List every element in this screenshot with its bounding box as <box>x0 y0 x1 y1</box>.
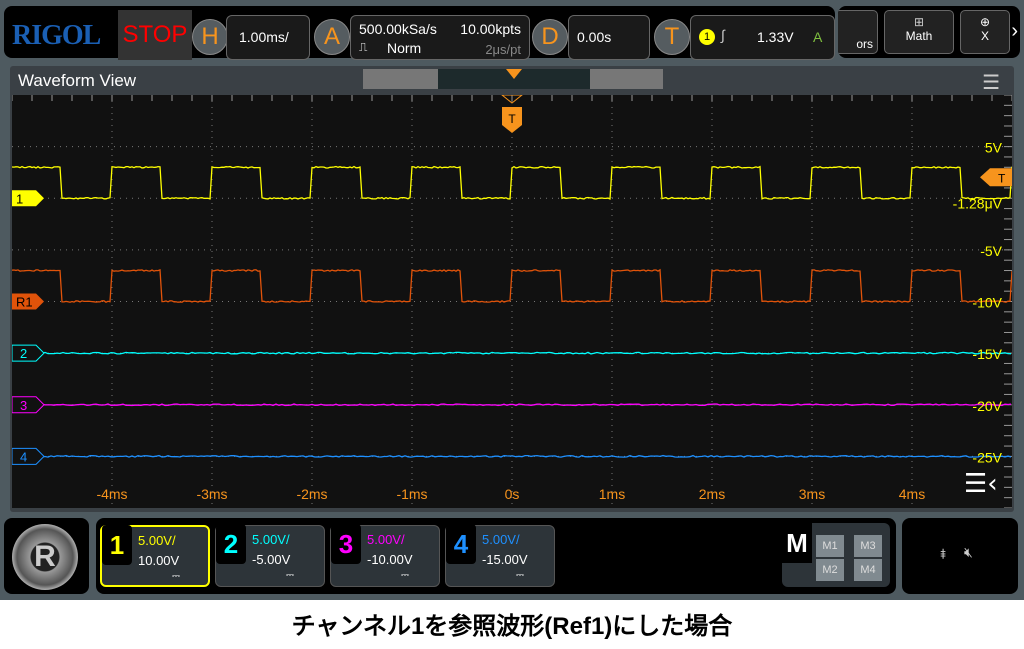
time-label: 3ms <box>799 486 825 502</box>
volt-label: -25V <box>972 449 1002 465</box>
time-label: -3ms <box>196 486 227 502</box>
time-label: -2ms <box>296 486 327 502</box>
trigger-field[interactable]: 1 ∫ 1.33V A <box>690 15 835 60</box>
usb-icon: ⯒ <box>940 544 946 568</box>
channel-number: 1 <box>102 525 132 565</box>
channel-scale: 5.00V/ <box>367 532 405 547</box>
channel-offset: -5.00V <box>252 552 290 567</box>
m4-button[interactable]: M4 <box>854 559 882 581</box>
sample-interval: 2μs/pt <box>485 42 521 57</box>
m1-button[interactable]: M1 <box>816 535 844 557</box>
trigger-button[interactable]: T <box>654 19 690 55</box>
channel-3-panel[interactable]: 3 5.00V/ -10.00V ⎓ <box>330 525 440 587</box>
trigger-level-marker-label: T <box>998 171 1006 185</box>
ref1-marker-label: R1 <box>16 295 33 310</box>
menu-icon[interactable]: ☰ <box>982 70 1000 95</box>
trigger-level-readout: -1.28μV <box>953 195 1003 211</box>
acq-mode: Norm <box>387 40 421 56</box>
run-stop-button[interactable]: STOP <box>118 10 192 60</box>
home-panel: R <box>4 518 89 594</box>
math-button[interactable]: ⊞ Math <box>884 10 954 54</box>
math-label: M <box>782 523 812 563</box>
trigger-status: A <box>813 29 822 45</box>
trigger-level: 1.33V <box>757 29 794 45</box>
m3-button[interactable]: M3 <box>854 535 882 557</box>
channel-2-panel[interactable]: 2 5.00V/ -5.00V ⎓ <box>215 525 325 587</box>
time-label: 4ms <box>899 486 925 502</box>
collapse-menu-icon[interactable]: ☰‹ <box>964 469 998 499</box>
timebase-field[interactable]: 1.00ms/ <box>226 15 310 60</box>
volt-label: -10V <box>972 295 1002 311</box>
time-label: 1ms <box>599 486 625 502</box>
time-label: -1ms <box>396 486 427 502</box>
dc-coupling-icon: ⎓ <box>172 571 180 582</box>
xy-icon: ⊕ <box>961 15 1009 29</box>
memory-overview[interactable] <box>363 69 663 89</box>
ch2-marker-label: 2 <box>20 346 27 361</box>
channel-number: 2 <box>216 524 246 564</box>
delay-field[interactable]: 0.00s <box>568 15 650 60</box>
math-panel[interactable]: M M1 M3 M2 M4 <box>782 523 890 587</box>
memory-depth: 10.00kpts <box>460 21 521 37</box>
volt-label: -5V <box>980 243 1002 259</box>
waveform-plot[interactable]: 1 R1 2 3 4 T T -1.28μV 5V -5V -10V -15V -20V -25V -4ms… <box>12 95 1012 508</box>
cursors-button[interactable]: ors <box>838 10 878 54</box>
dc-coupling-icon: ⎓ <box>401 570 409 581</box>
waveform-view-title: Waveform View <box>18 71 136 91</box>
oscilloscope-screen: RIGOL STOP H 1.00ms/ A 500.00kSa/s 10.00… <box>0 0 1024 600</box>
channel-offset: -15.00V <box>482 552 528 567</box>
ch4-marker-label: 4 <box>20 449 27 464</box>
time-label: 0s <box>505 486 520 502</box>
x-button[interactable]: ⊕ X <box>960 10 1010 54</box>
channel-scale: 5.00V/ <box>252 532 290 547</box>
time-label: -4ms <box>96 486 127 502</box>
delay-value: 0.00s <box>577 29 611 45</box>
trigger-marker-label: T <box>508 112 516 126</box>
channel-scale: 5.00V/ <box>482 532 520 547</box>
channel-offset: -10.00V <box>367 552 413 567</box>
top-bar: RIGOL STOP H 1.00ms/ A 500.00kSa/s 10.00… <box>4 6 835 58</box>
volt-label: 5V <box>985 140 1003 156</box>
rising-edge-icon: ∫ <box>721 27 725 43</box>
channel-number: 3 <box>331 524 361 564</box>
channel-1-panel[interactable]: 1 5.00V/ 10.00V ⎓ <box>100 525 210 587</box>
volt-label: -20V <box>972 398 1002 414</box>
ch3-marker-label: 3 <box>20 398 27 413</box>
trigger-source-badge: 1 <box>699 29 715 45</box>
caption: チャンネル1を参照波形(Ref1)にした場合 <box>0 606 1024 641</box>
ch1-marker-label: 1 <box>16 191 23 206</box>
speaker-muted-icon[interactable]: 🔇︎ <box>964 544 973 561</box>
acquire-button[interactable]: A <box>314 19 350 55</box>
status-panel: ⯒ 🔇︎ <box>902 518 1018 594</box>
home-gear-icon[interactable]: R <box>12 524 78 590</box>
channel-scale: 5.00V/ <box>138 533 176 548</box>
time-label: 2ms <box>699 486 725 502</box>
math-icon: ⊞ <box>885 15 953 29</box>
channel-offset: 10.00V <box>138 553 179 568</box>
acquire-field[interactable]: 500.00kSa/s 10.00kpts ⎍ Norm 2μs/pt <box>350 15 530 60</box>
m2-button[interactable]: M2 <box>816 559 844 581</box>
delay-button[interactable]: D <box>532 19 568 55</box>
volt-label: -15V <box>972 346 1002 362</box>
horizontal-button[interactable]: H <box>192 19 228 55</box>
rigol-logo: RIGOL <box>12 20 100 52</box>
dc-coupling-icon: ⎓ <box>286 570 294 581</box>
dc-coupling-icon: ⎓ <box>516 570 524 581</box>
scroll-right-icon[interactable]: › <box>1011 20 1018 43</box>
timebase-value: 1.00ms/ <box>239 29 289 45</box>
function-bar: ‹ ors ⊞Math ⊕X › <box>838 6 1020 58</box>
acq-wave-icon: ⎍ <box>359 40 367 55</box>
sample-rate: 500.00kSa/s <box>359 21 437 37</box>
channel-4-panel[interactable]: 4 5.00V/ -15.00V ⎓ <box>445 525 555 587</box>
channel-number: 4 <box>446 524 476 564</box>
